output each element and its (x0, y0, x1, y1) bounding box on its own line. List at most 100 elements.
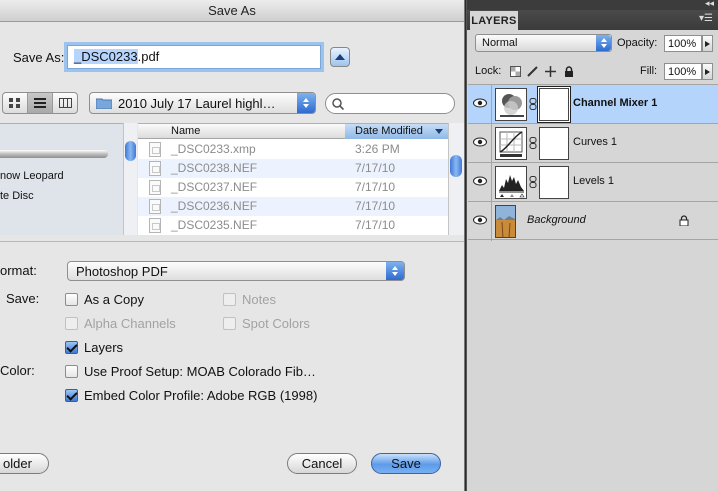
channel-mixer-adjustment-icon (495, 88, 527, 121)
alpha-channels-checkbox[interactable]: Alpha Channels (65, 316, 176, 331)
save-as-label: Save As: (13, 50, 65, 65)
folder-icon (96, 98, 112, 109)
sidebar-scroll-thumb[interactable] (125, 141, 136, 161)
file-name: _DSC0237.NEF (171, 180, 258, 194)
checkbox-box (65, 317, 78, 330)
save-as-dialog: Save As Save As: _DSC0233.pdf 2010 July … (0, 0, 465, 491)
divider (0, 241, 464, 242)
column-header-date-modified[interactable]: Date Modified (345, 124, 448, 139)
layers-panel: ◂◂ LAYERS ▾☰ Normal Opacity: 100% Lock: … (466, 0, 718, 491)
file-row[interactable]: _DSC0233.xmp 3:26 PM (138, 140, 448, 159)
chevron-right-icon (705, 68, 710, 75)
eye-icon[interactable] (471, 94, 489, 112)
checkbox-box (223, 293, 236, 306)
layer-name: Levels 1 (573, 175, 614, 187)
filename-extension: .pdf (137, 49, 160, 64)
panel-top-strip: ◂◂ (467, 0, 718, 10)
file-list-scroll-thumb[interactable] (450, 155, 462, 177)
lock-position-icon[interactable] (545, 66, 556, 77)
layer-row-curves[interactable]: Curves 1 (468, 123, 718, 163)
curves-adjustment-icon (495, 127, 527, 160)
file-date: 7/17/10 (355, 218, 396, 232)
save-button[interactable]: Save (371, 453, 441, 474)
search-field[interactable] (325, 93, 455, 114)
blend-mode-popup[interactable]: Normal (475, 34, 612, 52)
layers-label: Layers (84, 340, 124, 355)
layer-mask-thumbnail[interactable] (539, 127, 569, 160)
as-a-copy-checkbox[interactable]: As a Copy (65, 292, 144, 307)
spot-colors-label: Spot Colors (242, 316, 310, 331)
cancel-button[interactable]: Cancel (287, 453, 357, 474)
popup-arrows-icon (386, 262, 404, 280)
sidebar: now Leopard te Disc (0, 123, 123, 235)
file-date: 3:26 PM (355, 142, 400, 156)
eye-icon[interactable] (471, 172, 489, 190)
file-icon (149, 142, 161, 157)
collapse-icon[interactable]: ◂◂ (705, 0, 714, 9)
chevron-up-icon (335, 54, 345, 60)
lock-icon (679, 215, 689, 226)
dialog-title: Save As (0, 0, 464, 22)
format-label: ormat: (0, 263, 37, 278)
file-list-scrollbar[interactable] (448, 123, 464, 235)
location-popup[interactable]: 2010 July 17 Laurel highl… (89, 92, 316, 114)
new-folder-button[interactable]: older (0, 453, 49, 474)
icon-view-icon (9, 98, 20, 108)
lock-image-pixels-icon[interactable] (527, 66, 538, 77)
format-value: Photoshop PDF (76, 263, 168, 279)
filename-selected-text: _DSC0233 (74, 49, 138, 64)
column-view-button[interactable] (53, 93, 77, 113)
column-header-name[interactable]: Name (171, 125, 200, 137)
opacity-input[interactable]: 100% (664, 35, 702, 52)
layer-name: Channel Mixer 1 (573, 97, 658, 109)
lock-transparent-pixels-icon[interactable] (510, 66, 521, 77)
fill-input[interactable]: 100% (664, 63, 702, 80)
list-view-icon (34, 98, 46, 108)
layers-checkbox[interactable]: Layers (65, 340, 123, 355)
opacity-slider-button[interactable] (702, 35, 713, 52)
use-proof-setup-checkbox[interactable]: Use Proof Setup: MOAB Colorado Fib… (65, 364, 316, 379)
alpha-channels-label: Alpha Channels (84, 316, 176, 331)
checkbox-box (223, 317, 236, 330)
expand-dialog-button[interactable] (330, 47, 350, 67)
location-text: 2010 July 17 Laurel highl… (118, 95, 276, 111)
spot-colors-checkbox[interactable]: Spot Colors (223, 316, 310, 331)
embed-color-profile-checkbox[interactable]: Embed Color Profile: Adobe RGB (1998) (65, 388, 317, 403)
icon-view-button[interactable] (3, 93, 28, 113)
layer-row-channel-mixer[interactable]: Channel Mixer 1 (468, 84, 718, 124)
sort-descending-icon (435, 129, 443, 134)
layer-mask-thumbnail[interactable] (539, 166, 569, 199)
layer-row-levels[interactable]: Levels 1 (468, 162, 718, 202)
layer-mask-thumbnail[interactable] (539, 88, 569, 121)
chevron-right-icon (705, 40, 710, 47)
lock-all-icon[interactable] (563, 66, 574, 77)
link-icon[interactable] (529, 176, 538, 188)
sidebar-item-leopard[interactable]: now Leopard (0, 170, 64, 182)
use-proof-setup-label: Use Proof Setup: MOAB Colorado Fib… (84, 364, 316, 379)
eye-icon[interactable] (471, 133, 489, 151)
file-icon (149, 199, 161, 214)
link-icon[interactable] (529, 137, 538, 149)
eye-icon[interactable] (471, 211, 489, 229)
blend-mode-value: Normal (482, 37, 518, 49)
file-name: _DSC0238.NEF (171, 161, 258, 175)
file-row[interactable]: _DSC0235.NEF 7/17/10 (138, 216, 448, 235)
file-row[interactable]: _DSC0236.NEF 7/17/10 (138, 197, 448, 216)
search-icon (332, 97, 344, 110)
panel-menu-icon[interactable]: ▾☰ (699, 13, 713, 24)
sidebar-scrollbar[interactable] (123, 123, 137, 235)
fill-slider-button[interactable] (702, 63, 713, 80)
layer-row-background[interactable]: Background (468, 201, 718, 241)
link-icon[interactable] (529, 98, 538, 110)
tab-layers[interactable]: LAYERS (470, 11, 518, 30)
file-name: _DSC0235.NEF (171, 218, 258, 232)
notes-checkbox[interactable]: Notes (223, 292, 276, 307)
file-row[interactable]: _DSC0238.NEF 7/17/10 (138, 159, 448, 178)
filename-input[interactable]: _DSC0233.pdf (67, 45, 321, 69)
list-view-button[interactable] (28, 93, 53, 113)
checkbox-box-checked (65, 389, 78, 402)
sidebar-item-disc[interactable]: te Disc (0, 190, 34, 202)
format-popup[interactable]: Photoshop PDF (67, 261, 405, 281)
file-date: 7/17/10 (355, 180, 396, 194)
file-row[interactable]: _DSC0237.NEF 7/17/10 (138, 178, 448, 197)
